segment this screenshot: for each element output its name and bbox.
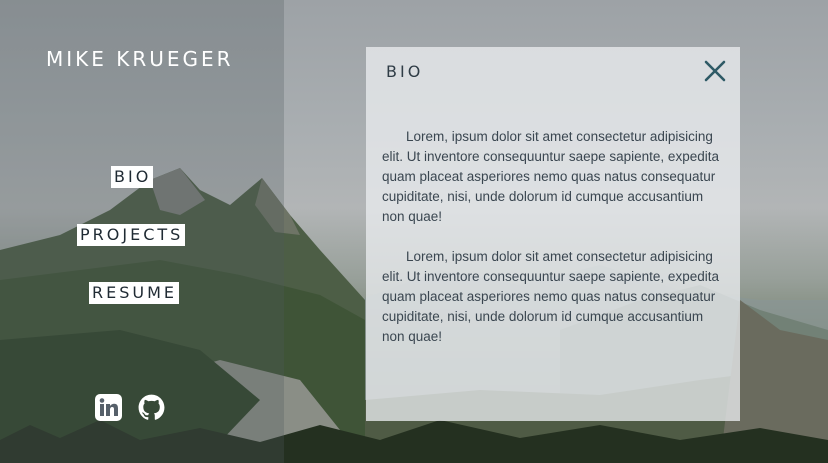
bio-text: Lorem, ipsum dolor sit amet consectetur … <box>382 127 724 367</box>
bio-panel: BIO Lorem, ipsum dolor sit amet consecte… <box>366 47 740 421</box>
panel-title: BIO <box>386 62 424 81</box>
close-icon[interactable] <box>703 59 727 83</box>
nav-item-resume[interactable]: RESUME <box>89 282 180 304</box>
github-icon[interactable] <box>138 394 165 421</box>
social-links <box>95 394 165 421</box>
bio-paragraph: Lorem, ipsum dolor sit amet consectetur … <box>382 249 719 344</box>
linkedin-icon[interactable] <box>95 394 122 421</box>
nav-item-projects[interactable]: PROJECTS <box>77 224 186 246</box>
bio-paragraph: Lorem, ipsum dolor sit amet consectetur … <box>382 129 719 224</box>
nav-item-bio[interactable]: BIO <box>111 166 154 188</box>
site-title: MIKE KRUEGER <box>46 47 234 71</box>
